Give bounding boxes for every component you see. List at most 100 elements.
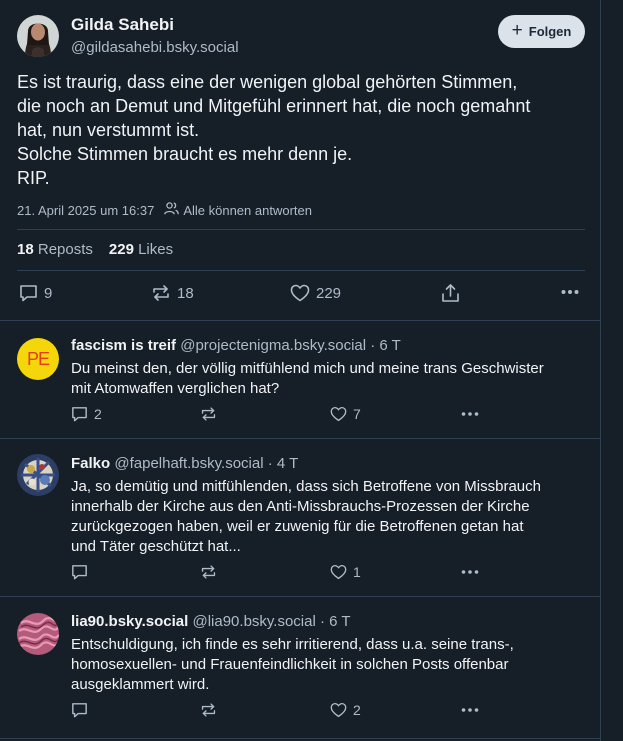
reply-setting: Alle können antworten xyxy=(164,202,312,218)
reply-author-name[interactable]: Falko xyxy=(71,455,110,472)
reply-count: 9 xyxy=(44,284,53,302)
author-name[interactable]: Gilda Sahebi xyxy=(71,15,174,35)
author-avatar[interactable] xyxy=(17,15,59,57)
more-button[interactable] xyxy=(461,705,479,715)
repost-button[interactable] xyxy=(200,702,217,718)
reply-button[interactable] xyxy=(71,702,88,718)
reply-setting-label: Alle können antworten xyxy=(183,202,312,218)
reposts-label: Reposts xyxy=(37,241,93,258)
reply-post[interactable]: PE fascism is treif @projectenigma.bsky.… xyxy=(0,320,600,438)
reply-text-line: Du meinst den, der völlig mitfühlend mic… xyxy=(71,360,544,377)
reply-icon xyxy=(71,406,88,422)
reply-author-handle[interactable]: @lia90.bsky.social xyxy=(192,613,315,630)
like-button[interactable]: 1 xyxy=(330,564,361,580)
reply-text: Ja, so demütig und mitfühlenden, dass si… xyxy=(71,477,586,557)
reply-actions: 2 7 xyxy=(0,406,600,426)
page-background xyxy=(601,0,623,741)
reply-text-line: Ja, so demütig und mitfühlenden, dass si… xyxy=(71,478,541,495)
reply-header: fascism is treif @projectenigma.bsky.soc… xyxy=(71,337,401,354)
reply-text-line: innerhalb der Kirche aus den Anti-Missbr… xyxy=(71,498,530,515)
post-text-line: hat, nun verstummt ist. xyxy=(17,120,200,140)
like-count: 229 xyxy=(316,284,342,302)
divider xyxy=(17,270,585,271)
post-actions: 9 18 229 xyxy=(0,283,600,307)
reply-post[interactable]: lia90.bsky.social @lia90.bsky.social · 6… xyxy=(0,596,600,741)
post-text-line: RIP. xyxy=(17,168,50,188)
reply-count: 2 xyxy=(94,406,102,422)
reply-icon xyxy=(71,702,88,718)
like-icon xyxy=(330,564,347,580)
repost-icon xyxy=(200,702,217,718)
repost-icon xyxy=(200,564,217,580)
reply-author-handle[interactable]: @projectenigma.bsky.social xyxy=(180,337,366,354)
reply-age: · 6 T xyxy=(370,337,401,354)
more-icon xyxy=(461,409,479,419)
reply-button[interactable]: 9 xyxy=(19,284,52,302)
thread-column: Gilda Sahebi @gildasahebi.bsky.social + … xyxy=(0,0,601,741)
more-button[interactable] xyxy=(461,567,479,577)
reply-age: · 6 T xyxy=(320,613,351,630)
avatar-initials: PE xyxy=(26,348,50,369)
reply-author-name[interactable]: fascism is treif xyxy=(71,337,176,354)
post-text-line: Solche Stimmen braucht es mehr denn je. xyxy=(17,144,353,164)
repost-count: 18 xyxy=(177,284,194,302)
reply-actions: 2 xyxy=(0,702,600,722)
reply-text-line: mit Atomwaffen verglichen hat? xyxy=(71,380,280,397)
post-text-line: Es ist traurig, dass eine der wenigen gl… xyxy=(17,72,518,92)
reply-icon xyxy=(19,284,38,302)
plus-icon: + xyxy=(511,20,523,41)
like-icon xyxy=(290,284,310,302)
reply-actions: 1 xyxy=(0,564,600,584)
reply-text-line: ausgeklammert wird. xyxy=(71,676,210,693)
reply-text-line: und Täter geschützt hat... xyxy=(71,538,241,555)
reply-text-line: zurückgezogen haben, weil er zuwenig für… xyxy=(71,518,524,535)
like-button[interactable]: 229 xyxy=(290,284,341,302)
divider xyxy=(0,738,600,739)
repost-button[interactable] xyxy=(200,406,217,422)
repost-button[interactable]: 18 xyxy=(151,284,194,302)
more-button[interactable] xyxy=(461,409,479,419)
reply-icon xyxy=(71,564,88,580)
reposts-stat[interactable]: 18 Reposts xyxy=(17,241,93,258)
reply-header: lia90.bsky.social @lia90.bsky.social · 6… xyxy=(71,613,351,630)
reply-post[interactable]: Falko @fapelhaft.bsky.social · 4 T Ja, s… xyxy=(0,438,600,596)
post-text-line: die noch an Demut und Mitgefühl erinnert… xyxy=(17,96,531,116)
share-button[interactable] xyxy=(441,283,460,303)
author-handle[interactable]: @gildasahebi.bsky.social xyxy=(71,39,239,56)
reply-button[interactable]: 2 xyxy=(71,406,102,422)
follow-button[interactable]: + Folgen xyxy=(498,15,585,48)
repost-icon xyxy=(200,406,217,422)
reply-age: · 4 T xyxy=(267,455,299,472)
likes-stat[interactable]: 229 Likes xyxy=(109,241,173,258)
more-icon xyxy=(461,567,479,577)
reply-button[interactable] xyxy=(71,564,88,580)
post-meta: 21. April 2025 um 16:37 Alle können antw… xyxy=(17,202,312,218)
likes-label: Likes xyxy=(138,241,174,258)
repost-button[interactable] xyxy=(200,564,217,580)
reply-header: Falko @fapelhaft.bsky.social · 4 T xyxy=(71,455,298,472)
post-stats: 18 Reposts 229 Likes xyxy=(17,241,173,258)
like-count: 7 xyxy=(353,406,361,422)
like-icon xyxy=(330,406,347,422)
reply-text-line: homosexuellen- und Frauenfeindlichkeit i… xyxy=(71,656,509,673)
reply-text: Entschuldigung, ich finde es sehr irriti… xyxy=(71,635,586,695)
more-button[interactable] xyxy=(561,285,579,299)
divider xyxy=(17,229,585,230)
people-icon xyxy=(164,202,183,218)
like-icon xyxy=(330,702,347,718)
like-button[interactable]: 2 xyxy=(330,702,361,718)
reply-author-name[interactable]: lia90.bsky.social xyxy=(71,613,188,630)
like-count: 2 xyxy=(353,702,361,718)
reply-author-handle[interactable]: @fapelhaft.bsky.social xyxy=(114,455,263,472)
reply-text: Du meinst den, der völlig mitfühlend mic… xyxy=(71,359,586,399)
post-timestamp[interactable]: 21. April 2025 um 16:37 xyxy=(17,203,154,218)
likes-count: 229 xyxy=(108,241,134,258)
reposts-count: 18 xyxy=(17,241,34,258)
reply-text-line: Entschuldigung, ich finde es sehr irriti… xyxy=(71,636,514,653)
follow-label: Folgen xyxy=(528,24,572,39)
reply-avatar[interactable] xyxy=(17,613,59,655)
reply-avatar[interactable] xyxy=(17,454,59,496)
like-button[interactable]: 7 xyxy=(330,406,361,422)
repost-icon xyxy=(151,284,171,302)
reply-avatar[interactable]: PE xyxy=(17,338,59,380)
